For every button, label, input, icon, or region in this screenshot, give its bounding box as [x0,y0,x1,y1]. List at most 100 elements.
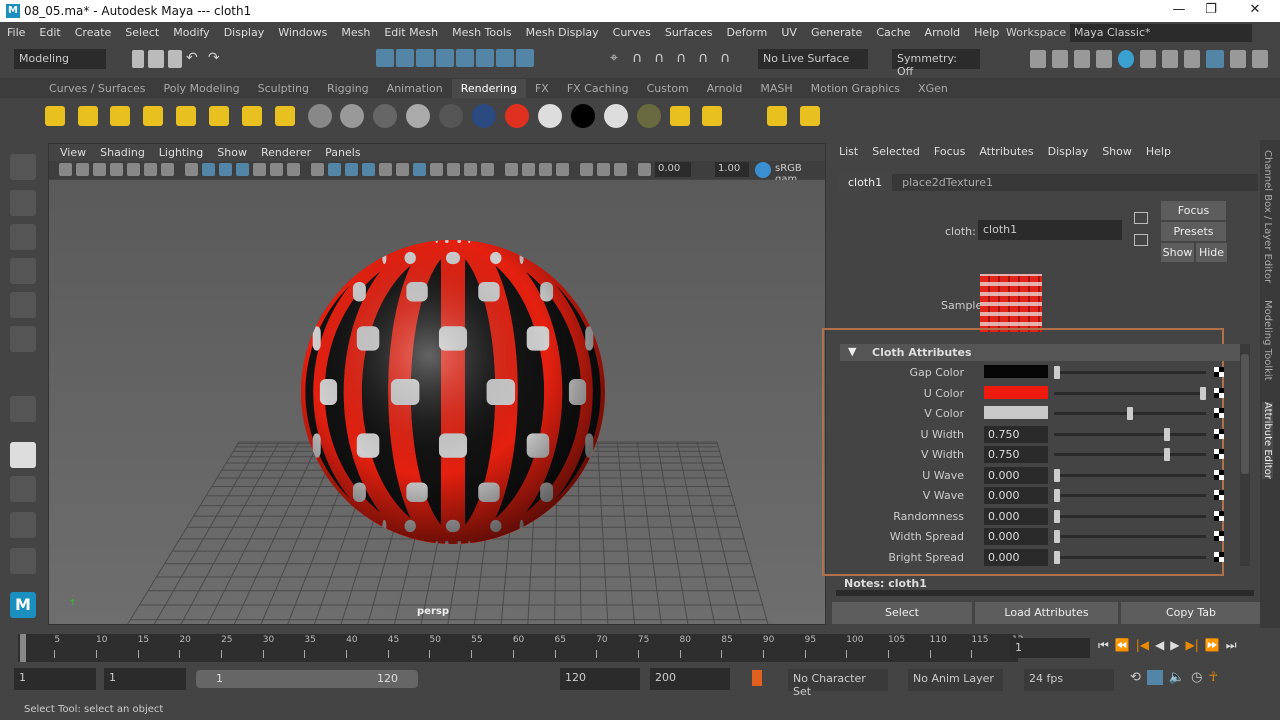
select-tool-icon[interactable] [10,154,36,180]
ae-menu-list[interactable]: List [832,145,865,158]
maximize-button[interactable]: ❐ [1196,2,1226,20]
shelf-item-icon[interactable] [505,104,529,128]
attribute-value-field[interactable]: 0.000 [984,507,1048,525]
shelf-item-icon[interactable] [670,106,690,126]
menu-modify[interactable]: Modify [166,26,216,39]
render-frame-icon[interactable] [1052,50,1068,68]
ae-menu-help[interactable]: Help [1139,145,1178,158]
notes-field[interactable] [836,590,1254,596]
shelf-tab-rigging[interactable]: Rigging [318,82,378,95]
attribute-slider[interactable] [1054,371,1206,374]
snap-curve-icon[interactable]: ∩ [632,50,650,68]
viewport-tool-icon[interactable] [580,163,593,176]
3d-scene[interactable]: ↑ persp [49,180,825,624]
shelf-item-icon[interactable] [176,106,196,126]
attribute-slider[interactable] [1054,494,1206,497]
render-view-icon[interactable] [1030,50,1046,68]
new-scene-icon[interactable] [132,50,144,68]
menu-display[interactable]: Display [217,26,272,39]
attribute-slider[interactable] [1054,432,1206,436]
slider-handle[interactable] [1054,530,1060,543]
viewport-tool-icon[interactable] [447,163,460,176]
slider-handle[interactable] [1127,407,1133,420]
collapse-triangle-icon[interactable]: ▼ [848,345,856,358]
modeling-toolkit-tab[interactable]: Modeling Toolkit [1262,300,1273,381]
shelf-tab-animation[interactable]: Animation [378,82,452,95]
menu-edit[interactable]: Edit [32,26,67,39]
end-time-field[interactable]: 120 [560,668,640,690]
attribute-slider[interactable] [1054,453,1206,456]
go-to-start-icon[interactable]: ⏮ [1098,638,1109,653]
map-texture-icon[interactable] [1214,531,1224,541]
load-attributes-button[interactable]: Load Attributes [975,602,1118,624]
ae-menu-attributes[interactable]: Attributes [972,145,1040,158]
attribute-value-field[interactable]: 0.750 [984,425,1048,443]
slider-handle[interactable] [1163,427,1170,441]
shelf-item-icon[interactable] [800,106,820,126]
exposure-field[interactable]: 0.00 [655,162,691,177]
shelf-tab-mash[interactable]: MASH [751,82,801,95]
shelf-item-icon[interactable] [45,106,65,126]
viewport-menu-lighting[interactable]: Lighting [152,146,210,159]
shelf-tab-rendering[interactable]: Rendering [451,78,526,98]
single-perspective-layout-icon[interactable] [10,442,36,468]
cloth-attributes-header[interactable]: ▼ Cloth Attributes [840,344,1240,361]
snap-view-icon[interactable]: ∩ [676,50,694,68]
paint-select-tool-icon[interactable] [10,224,36,250]
slider-handle[interactable] [1200,386,1206,400]
color-swatch[interactable] [984,385,1048,399]
rotate-tool-icon[interactable] [10,292,36,318]
map-texture-icon[interactable] [1214,469,1224,480]
shelf-item-icon[interactable] [571,104,595,128]
map-texture-icon[interactable] [1214,510,1224,521]
ipr-render-icon[interactable] [1074,50,1090,68]
start-time-field[interactable]: 1 [14,668,96,690]
channel-box-tab[interactable]: Channel Box / Layer Editor [1262,150,1273,283]
viewport-tool-icon[interactable] [219,163,232,176]
shelf-tab-motion-graphics[interactable]: Motion Graphics [802,82,909,95]
viewport-tool-icon[interactable] [185,163,198,176]
attribute-slider[interactable] [1054,473,1206,477]
four-view-layout-icon[interactable] [10,476,36,502]
select-render-icon[interactable] [496,49,514,67]
tab-place2dtexture1[interactable]: place2dTexture1 [892,174,1003,191]
map-texture-icon[interactable] [1214,490,1224,500]
prev-key-icon[interactable]: |◀ [1136,638,1149,653]
auto-key-icon[interactable]: ◷ [1191,670,1202,685]
shelf-item-icon[interactable] [209,106,229,126]
move-tool-icon[interactable] [10,258,36,284]
map-texture-icon[interactable] [1214,387,1224,398]
select-by-component-icon[interactable] [300,50,320,70]
snap-grid-icon[interactable]: ⌖ [610,50,628,68]
render-settings-icon[interactable] [1096,50,1112,68]
anim-end-field[interactable]: 200 [650,668,730,690]
play-forward-icon[interactable]: ▶ [1170,638,1179,653]
viewport-tool-icon[interactable] [396,163,409,176]
map-texture-icon[interactable] [1214,428,1224,439]
viewport-menu-show[interactable]: Show [210,146,254,159]
shelf-item-icon[interactable] [308,104,332,128]
attributes-scrollbar[interactable] [1240,344,1250,566]
attribute-slider[interactable] [1054,535,1206,538]
shelf-item-icon[interactable] [143,106,163,126]
attribute-value-field[interactable]: 0.000 [984,487,1048,504]
attribute-editor-toggle-icon[interactable] [1206,50,1224,68]
render-setup-icon[interactable] [1140,50,1156,68]
viewport-tool-icon[interactable] [597,163,610,176]
mode-dropdown[interactable]: Modeling [14,49,106,69]
color-swatch[interactable] [984,406,1048,419]
select-curve-icon[interactable] [416,49,434,67]
last-tool-icon[interactable] [10,396,36,422]
slider-handle[interactable] [1054,489,1060,502]
anim-start-field[interactable]: 1 [104,668,186,690]
shelf-item-icon[interactable] [538,104,562,128]
anim-layer-dropdown[interactable]: No Anim Layer [908,669,1003,691]
close-button[interactable]: ✕ [1240,2,1270,20]
snap-point-icon[interactable]: ∩ [654,50,672,68]
menu-windows[interactable]: Windows [271,26,334,39]
menu-help[interactable]: Help [967,26,1006,39]
color-swatch[interactable] [984,365,1048,378]
menu-uv[interactable]: UV [774,26,804,39]
shelf-item-icon[interactable] [702,106,722,126]
minimize-button[interactable]: — [1164,2,1194,20]
